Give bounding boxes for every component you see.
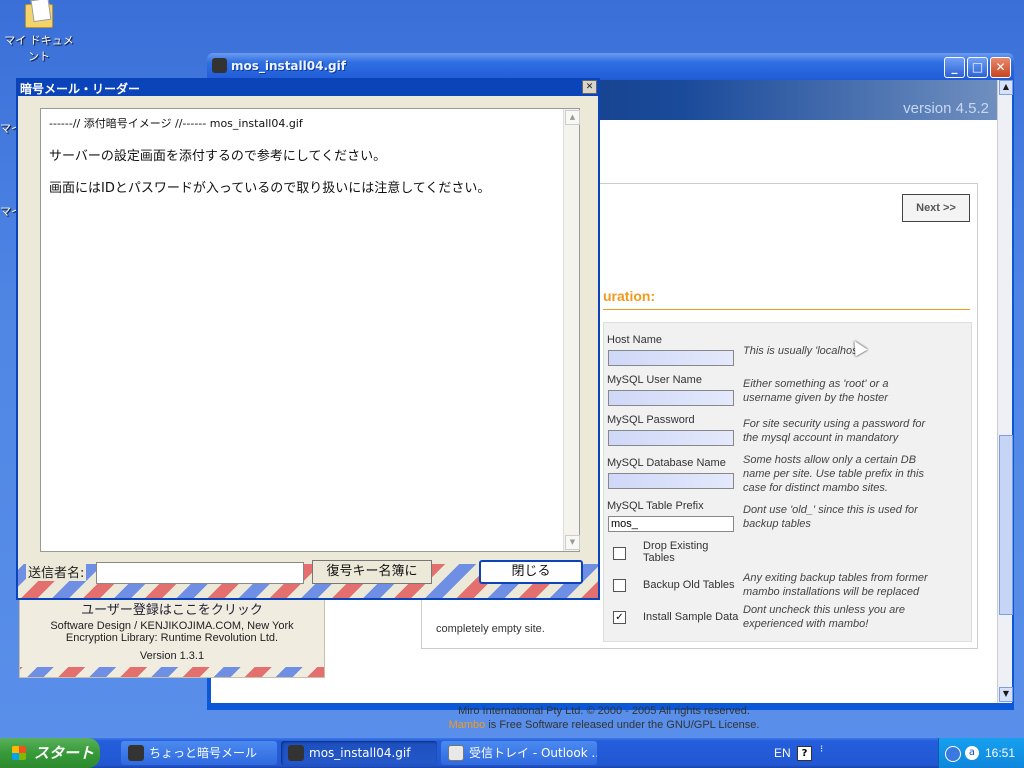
- license-rest: is Free Software released under the GNU/…: [485, 719, 760, 731]
- registration-panel: ユーザー登録はここをクリック Software Design / KENJIKO…: [19, 590, 325, 678]
- mysql-db-name-input[interactable]: [608, 473, 734, 489]
- sample-data-note: Dont uncheck this unless you are experie…: [743, 604, 906, 630]
- sample-data-checkbox[interactable]: ✓: [613, 611, 626, 624]
- taskbar-button-label: mos_install04.gif: [309, 746, 411, 760]
- drop-tables-checkbox[interactable]: [613, 547, 626, 560]
- message-scrollbar[interactable]: ▲ ▼: [563, 109, 580, 551]
- taskbar-button-label: ちょっと暗号メール: [149, 746, 258, 760]
- windows-logo-icon: [12, 746, 26, 760]
- copyright-text: Miro International Pty Ltd. © 2000 - 200…: [458, 705, 750, 717]
- mysql-user-input[interactable]: [608, 390, 734, 406]
- mysql-db-name-note: Some hosts allow only a certain DB name …: [743, 454, 924, 494]
- close-button[interactable]: 閉じる: [479, 560, 583, 584]
- register-link[interactable]: ユーザー登録はここをクリック: [20, 599, 324, 618]
- message-line: サーバーの設定画面を添付するので参考にしてください。: [49, 149, 387, 164]
- start-label: スタート: [34, 744, 95, 762]
- vertical-scrollbar[interactable]: ▲ ▼: [997, 80, 1013, 703]
- tray-expand-icon[interactable]: [945, 746, 961, 762]
- version-label: Version 1.3.1: [139, 650, 205, 662]
- license-text: Mambo is Free Software released under th…: [211, 719, 997, 731]
- mysql-db-name-label: MySQL Database Name: [607, 457, 726, 469]
- desktop-icon-label: マイ ドキュメント: [4, 34, 74, 63]
- minimize-button[interactable]: _: [944, 57, 965, 78]
- mysql-password-label: MySQL Password: [607, 414, 695, 426]
- desktop-icon-my-documents[interactable]: マイ ドキュメント: [0, 2, 78, 64]
- cipher-mail-reader-window: 暗号メール・リーダー ✕ ------// 添付暗号イメージ //------ …: [16, 78, 600, 600]
- attachment-line: ------// 添付暗号イメージ //------ mos_install04…: [49, 117, 303, 130]
- maximize-button[interactable]: □: [967, 57, 988, 78]
- taskbar: スタート ちょっと暗号メール mos_install04.gif 受信トレイ -…: [0, 738, 1024, 768]
- empty-site-text: completely empty site.: [436, 623, 545, 635]
- taskbar-button[interactable]: ちょっと暗号メール: [121, 741, 277, 765]
- airmail-border: [20, 667, 324, 677]
- close-button[interactable]: ✕: [990, 57, 1011, 78]
- backup-tables-checkbox[interactable]: [613, 579, 626, 592]
- app-icon: [288, 745, 304, 761]
- mysql-password-note: For site security using a password for t…: [743, 418, 926, 444]
- host-name-input[interactable]: [608, 350, 734, 366]
- host-name-note: This is usually 'localhost': [743, 345, 863, 357]
- backup-tables-label: Backup Old Tables: [643, 579, 735, 591]
- message-line: 画面にはIDとパスワードが入っているので取り扱いには注意してください。: [49, 181, 491, 196]
- taskbar-button[interactable]: mos_install04.gif: [281, 741, 437, 765]
- network-icon[interactable]: a: [965, 746, 979, 760]
- mysql-table-prefix-input[interactable]: mos_: [608, 516, 734, 532]
- message-area[interactable]: ------// 添付暗号イメージ //------ mos_install04…: [40, 108, 580, 552]
- sample-data-label: Install Sample Data: [643, 611, 739, 623]
- close-icon[interactable]: ✕: [582, 80, 597, 94]
- outlook-icon: [448, 745, 464, 761]
- app-icon: [128, 745, 144, 761]
- window-title: mos_install04.gif: [231, 59, 346, 73]
- section-title: uration:: [603, 288, 656, 304]
- section-divider: [603, 309, 970, 310]
- language-indicator[interactable]: EN: [774, 746, 791, 760]
- sender-name-label: 送信者名:: [26, 562, 87, 581]
- app-icon: [212, 58, 227, 73]
- mysql-table-prefix-note: Dont use 'old_' since this is used for b…: [743, 504, 918, 530]
- credits-line1: Software Design / KENJIKOJIMA.COM, New Y…: [50, 620, 294, 632]
- help-icon[interactable]: ?: [797, 746, 812, 761]
- my-documents-icon: [25, 4, 53, 28]
- backup-tables-note: Any exiting backup tables from former ma…: [743, 572, 928, 598]
- window-titlebar[interactable]: mos_install04.gif _ □ ✕: [207, 53, 1014, 80]
- taskbar-button[interactable]: 受信トレイ - Outlook ...: [441, 741, 597, 765]
- scroll-up-icon[interactable]: ▲: [565, 110, 580, 125]
- mysql-table-prefix-label: MySQL Table Prefix: [607, 500, 704, 512]
- next-button[interactable]: Next >>: [902, 194, 970, 222]
- scroll-up-icon[interactable]: ▲: [999, 80, 1013, 95]
- ime-icon[interactable]: ⁝: [820, 744, 823, 755]
- credits-line2: Encryption Library: Runtime Revolution L…: [65, 632, 279, 644]
- window-body: ------// 添付暗号イメージ //------ mos_install04…: [18, 96, 598, 598]
- sender-name-input[interactable]: [96, 562, 304, 584]
- scroll-down-icon[interactable]: ▼: [999, 687, 1013, 702]
- clock[interactable]: 16:51: [985, 746, 1015, 760]
- host-name-label: Host Name: [607, 334, 663, 346]
- mysql-user-note: Either something as 'root' or a username…: [743, 378, 889, 404]
- start-button[interactable]: スタート: [0, 738, 100, 768]
- add-to-key-list-button[interactable]: 復号キー名簿に: [312, 560, 432, 584]
- mambo-link[interactable]: Mambo: [449, 719, 486, 731]
- window-titlebar[interactable]: 暗号メール・リーダー ✕: [16, 78, 600, 96]
- scroll-down-icon[interactable]: ▼: [565, 535, 580, 550]
- version-label: version 4.5.2: [903, 100, 989, 117]
- mysql-user-label: MySQL User Name: [607, 374, 702, 386]
- scrollbar-thumb[interactable]: [999, 435, 1013, 615]
- mysql-password-input[interactable]: [608, 430, 734, 446]
- drop-tables-label: Drop Existing Tables: [643, 540, 709, 564]
- system-tray: a 16:51: [938, 738, 1024, 768]
- taskbar-button-label: 受信トレイ - Outlook ...: [469, 746, 597, 760]
- window-title: 暗号メール・リーダー: [20, 82, 141, 96]
